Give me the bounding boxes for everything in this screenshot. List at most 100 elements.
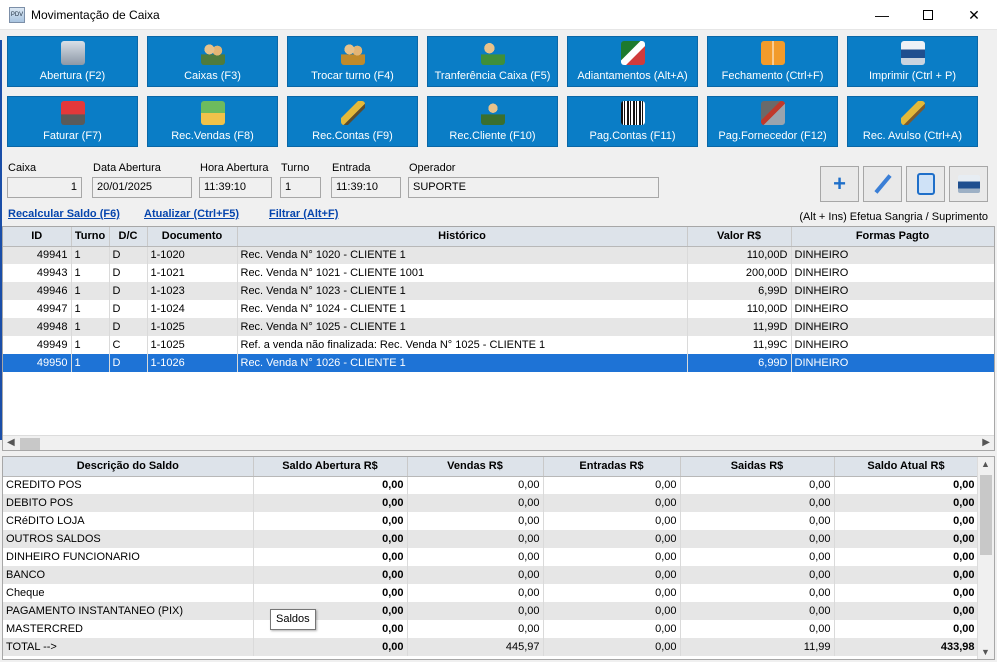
vertical-scrollbar[interactable]: ▲ ▼: [977, 457, 994, 659]
balance-row[interactable]: Cheque 0,00 0,00 0,00 0,00 0,00: [3, 584, 979, 602]
balances-grid[interactable]: Descrição do Saldo Saldo Abertura R$ Ven…: [2, 456, 995, 660]
movement-cell-hist: Rec. Venda N° 1020 - CLIENTE 1: [237, 246, 688, 264]
transferencia-caixa-button[interactable]: Tranferência Caixa (F5): [427, 36, 558, 87]
sangria-hint: (Alt + Ins) Efetua Sangria / Suprimento: [799, 211, 988, 223]
operador-field[interactable]: SUPORTE: [408, 177, 659, 198]
col-entradas[interactable]: Entradas R$: [543, 457, 681, 477]
balance-row[interactable]: DINHEIRO FUNCIONARIO 0,00 0,00 0,00 0,00 0,00: [3, 548, 979, 566]
data-abertura-field[interactable]: 20/01/2025: [92, 177, 192, 198]
add-button[interactable]: +: [820, 166, 859, 202]
client-icon: [480, 101, 505, 125]
movement-row[interactable]: 49943 1 D 1-1021 Rec. Venda N° 1021 - CLIENT…: [3, 264, 994, 282]
pag-fornecedor-label: Pag.Fornecedor (F12): [718, 130, 827, 142]
balance-row[interactable]: PAGAMENTO INSTANTANEO (PIX) 0,00 0,00 0,00 0…: [3, 602, 979, 620]
filtrar-link[interactable]: Filtrar (Alt+F): [269, 208, 338, 220]
adiantamentos-button[interactable]: Adiantamentos (Alt+A): [567, 36, 698, 87]
rec-contas-label: Rec.Contas (F9): [312, 130, 393, 142]
balance-cell-atual: 0,00: [834, 530, 979, 548]
balance-row[interactable]: OUTROS SALDOS 0,00 0,00 0,00 0,00 0,00: [3, 530, 979, 548]
rec-contas-button[interactable]: Rec.Contas (F9): [287, 96, 418, 147]
turno-field[interactable]: 1: [280, 177, 321, 198]
pag-contas-button[interactable]: Pag.Contas (F11): [567, 96, 698, 147]
horizontal-scrollbar[interactable]: ◀ ▶: [3, 435, 994, 450]
print-small-button[interactable]: [949, 166, 988, 202]
movement-cell-doc: 1-1025: [147, 336, 238, 354]
col-valor[interactable]: Valor R$: [687, 227, 792, 247]
balance-row[interactable]: DEBITO POS 0,00 0,00 0,00 0,00 0,00: [3, 494, 979, 512]
balance-cell-atual: 0,00: [834, 494, 979, 512]
movement-cell-turno: 1: [71, 336, 110, 354]
caixas-button[interactable]: Caixas (F3): [147, 36, 278, 87]
scroll-right-icon[interactable]: ▶: [982, 437, 990, 448]
col-descricao-saldo[interactable]: Descrição do Saldo: [3, 457, 254, 477]
minimize-button[interactable]: —: [859, 0, 905, 30]
movement-cell-forma: DINHEIRO: [791, 354, 994, 372]
balance-cell-descricao: Cheque: [3, 584, 254, 602]
movement-cell-hist: Rec. Venda N° 1023 - CLIENTE 1: [237, 282, 688, 300]
balance-cell-vendas: 0,00: [407, 620, 544, 638]
hora-abertura-field[interactable]: 11:39:10: [199, 177, 272, 198]
col-documento[interactable]: Documento: [147, 227, 238, 247]
movement-row[interactable]: 49948 1 D 1-1025 Rec. Venda N° 1025 - CLIENT…: [3, 318, 994, 336]
caixa-field[interactable]: 1: [7, 177, 82, 198]
col-dc[interactable]: D/C: [109, 227, 148, 247]
gavel-icon: [900, 101, 925, 125]
movement-cell-turno: 1: [71, 282, 110, 300]
balance-row[interactable]: CREDITO POS 0,00 0,00 0,00 0,00 0,00: [3, 476, 979, 494]
vertical-scroll-thumb[interactable]: [980, 475, 992, 555]
movements-grid[interactable]: ID Turno D/C Documento Histórico Valor R…: [2, 226, 995, 451]
rec-avulso-button[interactable]: Rec. Avulso (Ctrl+A): [847, 96, 978, 147]
recalcular-saldo-link[interactable]: Recalcular Saldo (F6): [8, 208, 120, 220]
entrada-field[interactable]: 11:39:10: [331, 177, 401, 198]
fechamento-button[interactable]: Fechamento (Ctrl+F): [707, 36, 838, 87]
balance-row[interactable]: CRéDITO LOJA 0,00 0,00 0,00 0,00 0,00: [3, 512, 979, 530]
movement-row[interactable]: 49950 1 D 1-1026 Rec. Venda N° 1026 - CLIENT…: [3, 354, 994, 372]
trocar-turno-button[interactable]: Trocar turno (F4): [287, 36, 418, 87]
imprimir-button[interactable]: Imprimir (Ctrl + P): [847, 36, 978, 87]
balance-cell-abertura: 0,00: [253, 494, 408, 512]
movement-cell-turno: 1: [71, 318, 110, 336]
atualizar-link[interactable]: Atualizar (Ctrl+F5): [144, 208, 239, 220]
rec-vendas-button[interactable]: Rec.Vendas (F8): [147, 96, 278, 147]
maximize-button[interactable]: [905, 0, 951, 30]
movement-row[interactable]: 49949 1 C 1-1025 Ref. a venda não finalizada…: [3, 336, 994, 354]
col-saldo-abertura[interactable]: Saldo Abertura R$: [253, 457, 408, 477]
movement-row[interactable]: 49947 1 D 1-1024 Rec. Venda N° 1024 - CLIENT…: [3, 300, 994, 318]
col-saidas[interactable]: Saidas R$: [680, 457, 835, 477]
balance-cell-vendas: 0,00: [407, 566, 544, 584]
balance-cell-saidas: 0,00: [680, 602, 835, 620]
rec-avulso-label: Rec. Avulso (Ctrl+A): [862, 130, 963, 142]
close-button[interactable]: ✕: [951, 0, 997, 30]
faturar-button[interactable]: Faturar (F7): [7, 96, 138, 147]
abertura-button[interactable]: Abertura (F2): [7, 36, 138, 87]
movement-row[interactable]: 49946 1 D 1-1023 Rec. Venda N° 1023 - CLIENT…: [3, 282, 994, 300]
pag-fornecedor-button[interactable]: Pag.Fornecedor (F12): [707, 96, 838, 147]
scroll-thumb[interactable]: [20, 438, 40, 450]
balance-cell-atual: 0,00: [834, 566, 979, 584]
scroll-left-icon[interactable]: ◀: [7, 437, 15, 448]
balance-total-row[interactable]: TOTAL --> 0,00 445,97 0,00 11,99 433,98: [3, 638, 979, 656]
pag-contas-label: Pag.Contas (F11): [589, 130, 676, 142]
movement-cell-valor: 6,99D: [687, 282, 792, 300]
col-vendas[interactable]: Vendas R$: [407, 457, 544, 477]
delete-button[interactable]: [906, 166, 945, 202]
balance-cell-abertura: 0,00: [253, 512, 408, 530]
scroll-up-icon[interactable]: ▲: [981, 459, 990, 469]
balance-cell-entradas: 0,00: [543, 530, 681, 548]
col-saldo-atual[interactable]: Saldo Atual R$: [834, 457, 979, 477]
col-historico[interactable]: Histórico: [237, 227, 688, 247]
movement-cell-forma: DINHEIRO: [791, 282, 994, 300]
balance-row[interactable]: MASTERCRED 0,00 0,00 0,00 0,00 0,00: [3, 620, 979, 638]
col-id[interactable]: ID: [3, 227, 72, 247]
scroll-down-icon[interactable]: ▼: [981, 647, 990, 657]
col-turno[interactable]: Turno: [71, 227, 110, 247]
balance-row[interactable]: BANCO 0,00 0,00 0,00 0,00 0,00: [3, 566, 979, 584]
movement-cell-forma: DINHEIRO: [791, 246, 994, 264]
edit-button[interactable]: [863, 166, 902, 202]
balance-cell-vendas: 0,00: [407, 476, 544, 494]
movement-row[interactable]: 49941 1 D 1-1020 Rec. Venda N° 1020 - CLIENT…: [3, 246, 994, 264]
col-formas-pagto[interactable]: Formas Pagto: [791, 227, 994, 247]
movement-cell-dc: D: [109, 318, 148, 336]
rec-cliente-button[interactable]: Rec.Cliente (F10): [427, 96, 558, 147]
balance-cell-descricao: MASTERCRED: [3, 620, 254, 638]
